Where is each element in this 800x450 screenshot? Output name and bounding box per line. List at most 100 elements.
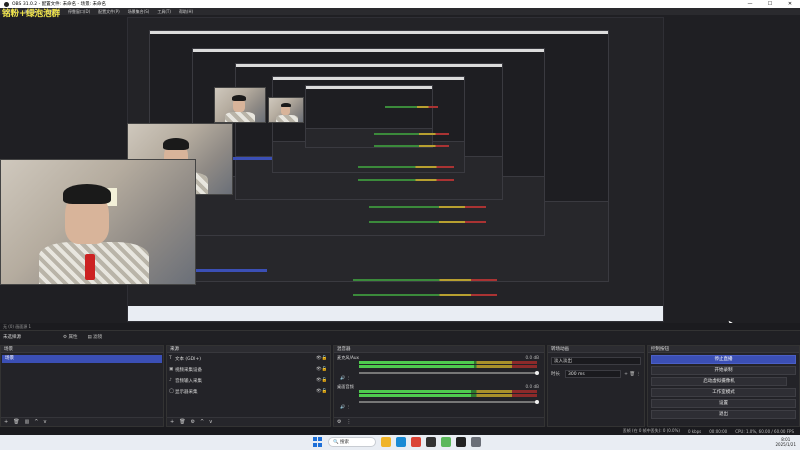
- visibility-eye-icon[interactable]: 👁🔓: [316, 378, 330, 383]
- webcam-frame-3: [214, 87, 266, 123]
- sources-dock-title: 来源: [167, 346, 330, 353]
- visibility-eye-icon[interactable]: 👁🔓: [316, 389, 330, 394]
- studio-mode-button[interactable]: 工作室模式: [651, 388, 796, 397]
- windows-start-icon[interactable]: [313, 437, 323, 447]
- transitions-dock: 转场动画 淡入淡出 时长 300 ms + 🗑 ⋮: [547, 345, 645, 427]
- menu-profile[interactable]: 配置文件(P): [98, 9, 120, 15]
- chrome-icon[interactable]: [411, 437, 421, 447]
- window-title: OBS 31.0.2 - 配置文件: 未命名 - 场景: 未命名: [12, 2, 107, 7]
- source-item[interactable]: ◯ 显示器采集 👁🔓: [167, 386, 330, 397]
- volume-level: [359, 365, 474, 368]
- menu-scene-collection[interactable]: 场景集合(S): [128, 9, 150, 15]
- maximize-button[interactable]: ☐: [760, 0, 780, 8]
- cpu-fps-text: CPU: 1.0%, 60.00 / 60.00 FPS: [735, 428, 794, 434]
- scene-info-text: 无 (0) 画面源 1: [3, 323, 32, 329]
- taskbar-search-input[interactable]: 🔍 搜索: [328, 437, 376, 447]
- mixer-menu-button[interactable]: ⋮: [346, 419, 351, 425]
- scenes-dock-title: 场景: [1, 346, 163, 353]
- recording-time-text: 00:00:00: [709, 428, 728, 434]
- preview-area[interactable]: [0, 15, 800, 330]
- sources-dock: 来源 T 文本 (GDI+) 👁🔓 ▣ 视频采集设备 👁🔓 ♪ 音频输入采集 👁…: [166, 345, 331, 427]
- scene-move-down-button[interactable]: v: [44, 419, 47, 425]
- volume-fader-knob[interactable]: [535, 371, 539, 375]
- system-tray-clock[interactable]: 8:01 2025/1/21: [775, 437, 796, 447]
- stop-streaming-button[interactable]: 停止直播: [651, 355, 796, 364]
- window-controls: — ☐ ✕: [740, 0, 800, 8]
- scene-info-bar: 无 (0) 画面源 1: [0, 323, 800, 330]
- mixer-channel: 麦克风/Aux 0.0 dB 🔊 ⋮: [337, 355, 541, 382]
- mixer-dock-title: 混音器: [334, 346, 544, 353]
- windows-taskbar: 🔍 搜索 8:01 2025/1/21: [0, 435, 800, 450]
- remove-source-button[interactable]: 🗑: [179, 419, 185, 425]
- controls-dock: 控制按钮 停止直播 开始录制 启动虚拟摄像机 工作室模式 设置 退出: [647, 345, 800, 427]
- source-item[interactable]: ▣ 视频采集设备 👁🔓: [167, 364, 330, 375]
- add-scene-button[interactable]: +: [4, 419, 8, 425]
- duration-label: 时长: [551, 372, 560, 377]
- exit-button[interactable]: 退出: [651, 410, 796, 419]
- scene-move-up-button[interactable]: ^: [34, 419, 38, 425]
- scene-filters-button[interactable]: ▥: [25, 419, 30, 425]
- nested-taskbar: [128, 305, 663, 321]
- scene-item[interactable]: 场景: [2, 355, 162, 363]
- overlay-text: 铭粉+绿泡泡群: [2, 10, 60, 19]
- menu-docks[interactable]: 停靠窗口(D): [68, 9, 90, 15]
- volume-fader-knob[interactable]: [535, 400, 539, 404]
- mixer-channel: 桌面音频 0.0 dB 🔊 ⋮: [337, 384, 541, 411]
- dropped-frames-text: 丢帧 (在 0 帧中丢失): 0 (0.0%): [622, 428, 680, 433]
- edge-icon[interactable]: [396, 437, 406, 447]
- channel-db: 0.0 dB: [525, 355, 539, 360]
- window-titlebar: OBS 31.0.2 - 配置文件: 未命名 - 场景: 未命名 — ☐ ✕: [0, 0, 800, 8]
- obs-icon[interactable]: [426, 437, 436, 447]
- filters-button[interactable]: ▤ 滤镜: [87, 334, 102, 340]
- visibility-eye-icon[interactable]: 👁🔓: [316, 367, 330, 372]
- volume-level: [359, 390, 471, 393]
- obs-app-icon: [4, 1, 9, 7]
- mute-speaker-icon[interactable]: 🔊 ⋮: [340, 404, 351, 410]
- audio-mixer-dock: 混音器 麦克风/Aux 0.0 dB 🔊 ⋮ 桌面音频 0.0 dB 🔊 ⋮ ⚙…: [333, 345, 545, 427]
- start-virtual-camera-button[interactable]: 启动虚拟摄像机: [651, 377, 787, 386]
- volume-fader[interactable]: [359, 401, 537, 403]
- volume-fader[interactable]: [359, 372, 537, 374]
- channel-name: 桌面音频: [337, 384, 354, 389]
- settings-button[interactable]: 设置: [651, 399, 796, 408]
- taskbar-center: 🔍 搜索: [313, 437, 481, 447]
- status-bar: 丢帧 (在 0 帧中丢失): 0 (0.0%) 0 kbps 00:00:00 …: [0, 427, 800, 435]
- scenes-dock: 场景 场景 + 🗑 ▥ ^ v: [0, 345, 164, 427]
- properties-button[interactable]: ⚙ 属性: [63, 334, 77, 340]
- start-recording-button[interactable]: 开始录制: [651, 366, 796, 375]
- mixer-settings-button[interactable]: ⚙: [337, 419, 341, 425]
- menu-tools[interactable]: 工具(T): [157, 9, 171, 15]
- transition-select[interactable]: 淡入淡出: [551, 357, 641, 365]
- source-properties-button[interactable]: ⚙: [191, 419, 195, 425]
- source-item[interactable]: ♪ 音频输入采集 👁🔓: [167, 375, 330, 386]
- add-source-button[interactable]: +: [170, 419, 174, 425]
- app-icon[interactable]: [441, 437, 451, 447]
- menu-bar: 文件(F) 编辑(E) 视图(V) 停靠窗口(D) 配置文件(P) 场景集合(S…: [0, 8, 800, 15]
- terminal-icon[interactable]: [456, 437, 466, 447]
- file-explorer-icon[interactable]: [381, 437, 391, 447]
- transitions-dock-title: 转场动画: [548, 346, 644, 353]
- nested-screen-5: [304, 84, 433, 149]
- duration-input[interactable]: 300 ms: [565, 370, 622, 378]
- settings-icon[interactable]: [471, 437, 481, 447]
- add-transition-icon[interactable]: + 🗑 ⋮: [624, 372, 641, 377]
- close-button[interactable]: ✕: [780, 0, 800, 8]
- volume-level: [359, 394, 471, 397]
- source-move-down-button[interactable]: v: [209, 419, 212, 425]
- volume-level: [359, 361, 474, 364]
- menu-help[interactable]: 帮助(H): [179, 9, 193, 15]
- source-item[interactable]: T 文本 (GDI+) 👁🔓: [167, 353, 330, 364]
- no-source-label: 未选择源: [3, 335, 21, 340]
- remove-scene-button[interactable]: 🗑: [13, 419, 19, 425]
- source-move-up-button[interactable]: ^: [200, 419, 204, 425]
- overlay-main-text: 铭粉+绿泡泡群: [2, 9, 61, 19]
- source-toolbar: 未选择源 ⚙ 属性 ▤ 滤镜: [0, 330, 800, 343]
- webcam-frame-main: [0, 159, 196, 285]
- clock-date: 2025/1/21: [775, 442, 796, 447]
- minimize-button[interactable]: —: [740, 0, 760, 8]
- visibility-eye-icon[interactable]: 👁🔓: [316, 356, 330, 361]
- mute-speaker-icon[interactable]: 🔊 ⋮: [340, 375, 351, 381]
- webcam-frame-4: [268, 97, 304, 123]
- network-kbps-text: 0 kbps: [687, 428, 702, 434]
- mixer-dock-footer: ⚙ ⋮: [334, 417, 544, 426]
